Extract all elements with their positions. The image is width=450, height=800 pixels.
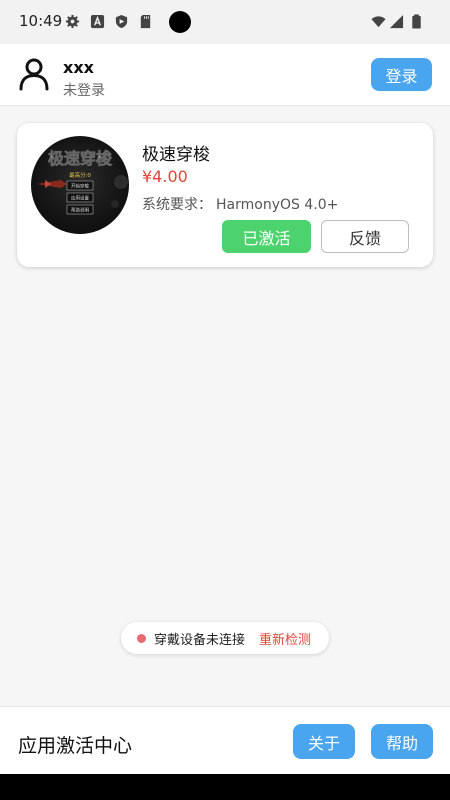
app-title: 极速穿梭 <box>142 145 210 165</box>
system-requirement: 系统要求： HarmonyOS 4.0+ <box>142 194 338 214</box>
app-card: 极速穿梭 最高分:0 开始穿梭 应用设置 帮助说明 极速穿梭 ¥4.00 系统要… <box>17 123 433 267</box>
feedback-button[interactable]: 反馈 <box>321 220 409 253</box>
user-avatar-icon <box>19 58 49 91</box>
camera-cutout <box>169 11 191 33</box>
login-button[interactable]: 登录 <box>371 58 432 91</box>
a-icon <box>90 14 105 29</box>
activated-button[interactable]: 已激活 <box>222 220 311 253</box>
status-bar: 10:49 <box>0 0 450 44</box>
status-time: 10:49 <box>19 12 63 30</box>
device-status-text: 穿戴设备未连接 <box>154 632 246 648</box>
bottom-bar: 应用激活中心 关于 帮助 <box>0 706 450 774</box>
shield-icon <box>115 14 128 29</box>
icon-menu-start: 开始穿梭 <box>71 183 89 190</box>
system-requirement-value: HarmonyOS 4.0+ <box>216 197 339 213</box>
status-dot-icon <box>137 633 146 643</box>
navigation-bar <box>0 774 450 800</box>
icon-high-score-text: 最高分:0 <box>69 171 91 179</box>
help-button[interactable]: 帮助 <box>371 724 433 759</box>
recheck-link[interactable]: 重新检测 <box>259 629 311 648</box>
activation-center-title: 应用激活中心 <box>18 735 133 757</box>
user-header: xxx 未登录 登录 <box>0 44 450 106</box>
sd-card-icon <box>140 14 151 29</box>
user-name: xxx <box>63 58 94 77</box>
app-price: ¥4.00 <box>142 167 188 186</box>
icon-menu-settings: 应用设置 <box>71 195 89 202</box>
about-button[interactable]: 关于 <box>293 724 355 759</box>
settings-icon <box>65 14 80 29</box>
login-status: 未登录 <box>63 83 105 99</box>
app-icon: 极速穿梭 最高分:0 开始穿梭 应用设置 帮助说明 <box>31 136 129 234</box>
icon-title-text: 极速穿梭 <box>48 149 113 168</box>
signal-icon <box>389 14 404 29</box>
icon-menu-help: 帮助说明 <box>71 207 89 214</box>
device-status-pill: 穿戴设备未连接 重新检测 <box>121 622 329 654</box>
wifi-icon <box>371 16 386 28</box>
system-requirement-label: 系统要求： <box>142 197 212 213</box>
battery-icon <box>412 14 421 29</box>
